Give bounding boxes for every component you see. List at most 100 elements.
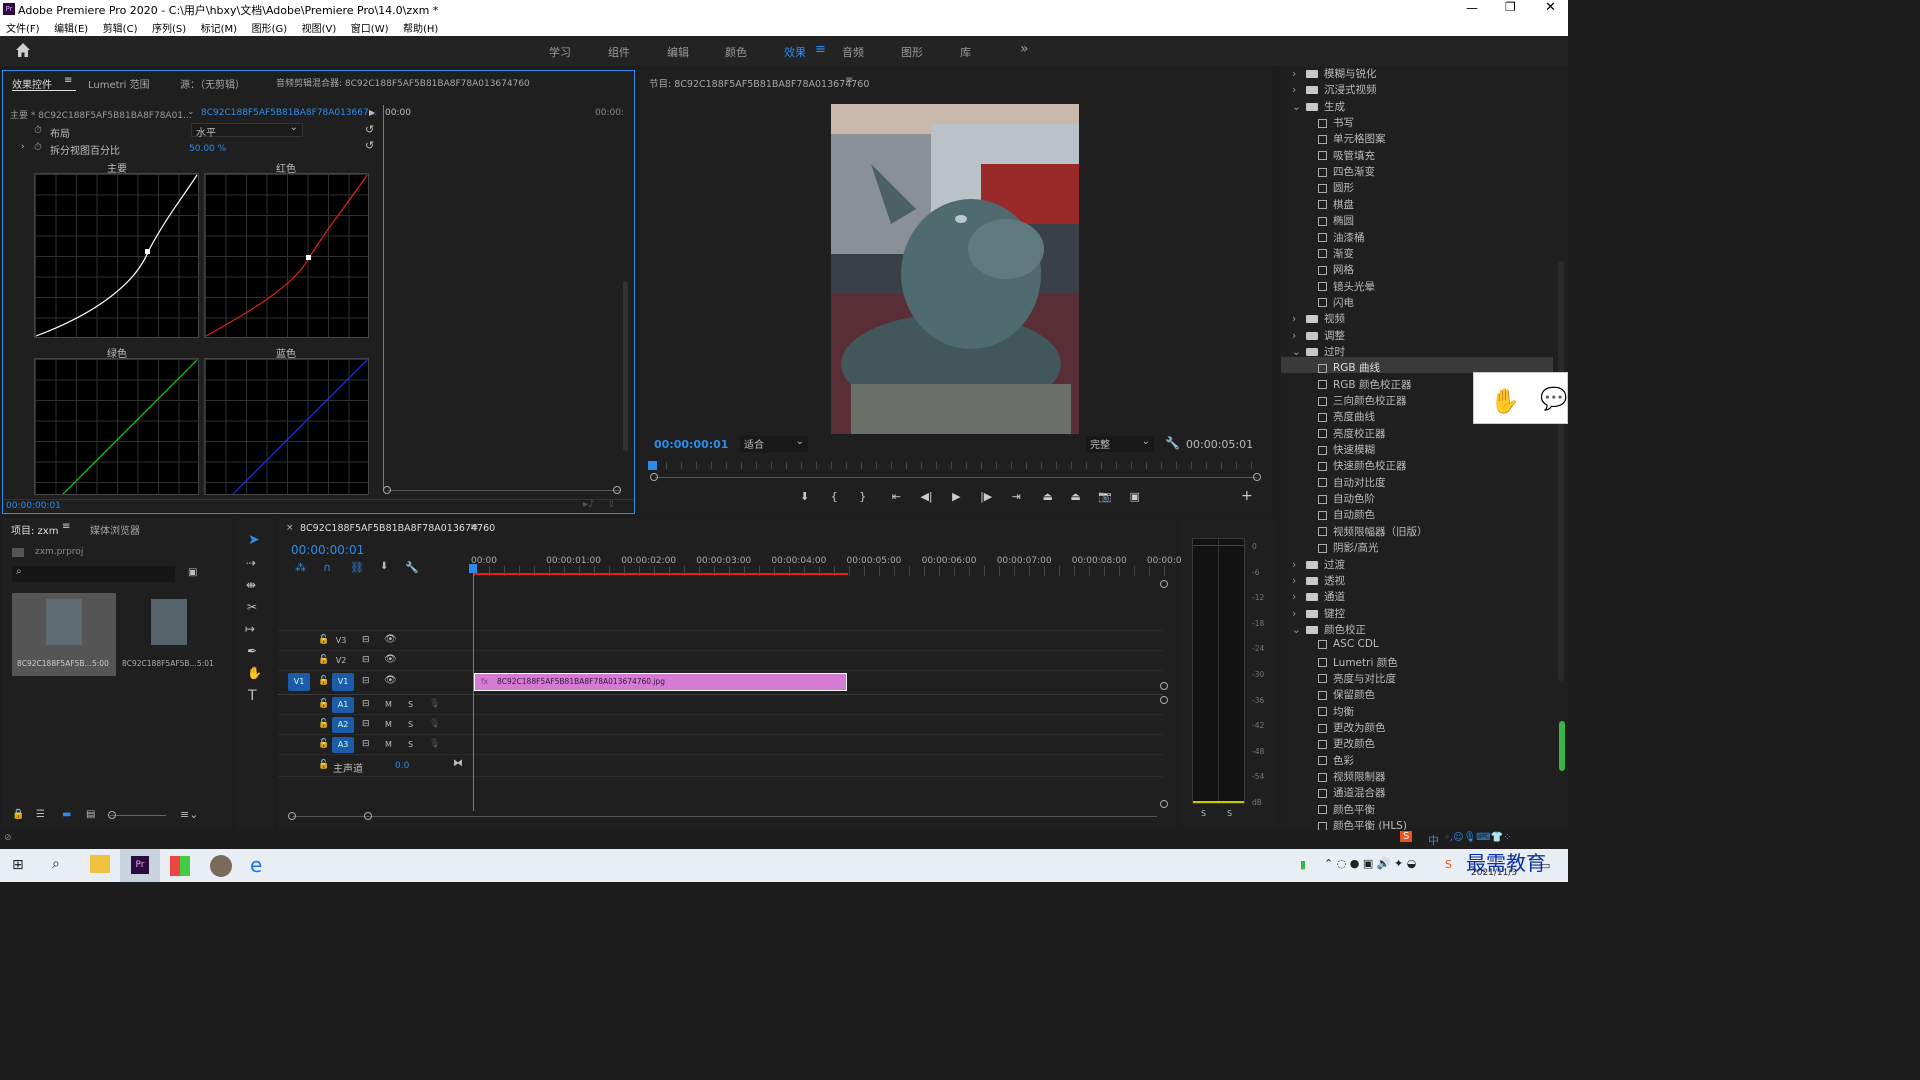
effect-item[interactable]: RGB 曲线 [1318, 360, 1380, 375]
mute-button[interactable]: M [385, 700, 392, 709]
effects-folder[interactable]: ⌄ 颜色校正 [1292, 622, 1366, 637]
effect-item[interactable]: 通道混合器 [1318, 785, 1386, 800]
chevron-right-icon[interactable]: › [1292, 559, 1306, 571]
windows-start-icon[interactable]: ⊞ [12, 857, 24, 873]
workspace-menu-icon[interactable]: ≡ [815, 42, 826, 57]
chevron-down-icon[interactable]: ⌄ [1292, 346, 1306, 358]
mark-out-icon[interactable]: } [859, 490, 866, 503]
program-ruler[interactable] [651, 462, 1261, 469]
lock-icon[interactable]: 🔓 [318, 760, 329, 770]
snap-icon[interactable]: ∩ [323, 561, 331, 574]
ec-zoom-handle-right[interactable] [613, 486, 621, 494]
ec-timecode[interactable]: 00:00:00:01 [6, 501, 61, 511]
effect-item[interactable]: 吸管填充 [1318, 148, 1375, 163]
add-marker-icon[interactable]: ⬇ [800, 490, 809, 503]
effect-item[interactable]: 自动色阶 [1318, 491, 1375, 506]
eye-icon[interactable]: 👁 [384, 675, 397, 686]
workspace-learn[interactable]: 学习 [549, 44, 571, 60]
mic-icon[interactable]: 🎙 [429, 699, 440, 709]
ec-zoom-handle-left[interactable] [383, 486, 391, 494]
menu-window[interactable]: 窗口(W) [351, 24, 389, 35]
tab-media-browser[interactable]: 媒体浏览器 [90, 522, 140, 537]
menu-help[interactable]: 帮助(H) [403, 24, 438, 35]
sogou-ime-icon[interactable]: S [1400, 831, 1413, 842]
track-v1[interactable]: V1 [332, 673, 354, 691]
solo-right-button[interactable]: S [1227, 809, 1232, 818]
effects-folder[interactable]: › 过渡 [1292, 557, 1345, 572]
avatar-app-icon[interactable] [210, 855, 232, 877]
lock-icon[interactable]: 🔓 [318, 719, 329, 729]
stopwatch-icon[interactable]: ⏱ [34, 125, 42, 136]
workspace-editing[interactable]: 编辑 [667, 44, 689, 60]
chevron-right-icon[interactable]: › [1292, 575, 1306, 587]
workspace-libraries[interactable]: 库 [960, 44, 971, 60]
workspace-graphics[interactable]: 图形 [901, 44, 923, 60]
effects-folder[interactable]: › 沉浸式视频 [1292, 82, 1377, 97]
menu-sequence[interactable]: 序列(S) [152, 24, 186, 35]
lift-icon[interactable]: ⏏ [1042, 490, 1052, 503]
track-a2[interactable]: A2 [332, 717, 354, 733]
effect-item[interactable]: 书写 [1318, 115, 1354, 130]
track-v3[interactable]: V3 [334, 634, 348, 648]
chevron-right-icon[interactable]: › [1292, 313, 1306, 325]
list-view-icon[interactable]: ☰ [36, 809, 45, 820]
slider-knob[interactable] [108, 811, 116, 819]
chevron-right-icon[interactable]: › [1292, 68, 1306, 80]
timeline-playhead[interactable] [473, 566, 474, 811]
effects-folder[interactable]: › 模糊与锐化 [1292, 66, 1377, 81]
project-menu-icon[interactable]: ≡ [62, 521, 70, 532]
extract-icon[interactable]: ⏏ [1070, 490, 1080, 503]
effect-item[interactable]: 四色渐变 [1318, 164, 1375, 179]
effect-item[interactable]: 自动颜色 [1318, 507, 1375, 522]
mark-in-icon[interactable]: { [831, 490, 838, 503]
export-icon[interactable]: ⇪ [607, 499, 615, 510]
sync-icon[interactable]: ⊟ [362, 676, 370, 686]
zoom-handle-right[interactable] [1253, 473, 1261, 481]
menu-view[interactable]: 视图(V) [302, 24, 337, 35]
thumbnail-size-slider[interactable] [110, 815, 166, 816]
a-scroll-handle[interactable] [1160, 696, 1168, 704]
lock-icon[interactable]: 🔓 [318, 635, 329, 645]
step-back-icon[interactable]: ◀| [920, 490, 932, 503]
master-end-icon[interactable]: ⧓ [453, 758, 463, 769]
eye-icon[interactable]: 👁 [384, 654, 397, 665]
go-to-in-icon[interactable]: ⇤ [892, 490, 901, 503]
layout-select[interactable]: 水平 ⌄ [191, 122, 303, 139]
stopwatch-icon[interactable]: ⏱ [34, 142, 42, 153]
notification-icon[interactable]: ▭ [1540, 859, 1550, 872]
slip-tool-icon[interactable]: ↦ [245, 622, 255, 636]
solo-button[interactable]: S [408, 740, 413, 749]
sequence-menu-icon[interactable]: ≡ [470, 522, 478, 533]
zoom-handle-left[interactable] [650, 473, 658, 481]
effect-item[interactable]: 更改为颜色 [1318, 720, 1386, 735]
chevron-down-icon[interactable]: ⌄ [1292, 624, 1306, 636]
track-v2[interactable]: V2 [334, 654, 348, 668]
effects-folder[interactable]: › 调整 [1292, 328, 1345, 343]
track-select-tool-icon[interactable]: ⇢ [246, 556, 256, 570]
tab-lumetri-scopes[interactable]: Lumetri 范围 [88, 76, 150, 91]
effect-item[interactable]: 视频限制器 [1318, 769, 1386, 784]
menu-clip[interactable]: 剪辑(C) [103, 24, 138, 35]
effect-item[interactable]: 均衡 [1318, 704, 1354, 719]
effect-item[interactable]: 棋盘 [1318, 197, 1354, 212]
workspace-audio[interactable]: 音频 [842, 44, 864, 60]
a-scroll-handle[interactable] [1160, 800, 1168, 808]
type-tool-icon[interactable]: T [248, 688, 257, 704]
effect-item[interactable]: 亮度校正器 [1318, 426, 1386, 441]
program-frame[interactable] [831, 104, 1079, 434]
mute-button[interactable]: M [385, 720, 392, 729]
app-grid-icon[interactable] [170, 856, 190, 876]
lock-icon[interactable]: 🔓 [318, 739, 329, 749]
add-button-icon[interactable]: + [1241, 488, 1253, 504]
mic-icon[interactable]: 🎙 [429, 719, 440, 729]
effect-item[interactable]: 闪电 [1318, 295, 1354, 310]
tab-source[interactable]: 源：（无剪辑） [180, 76, 245, 91]
settings-wrench-icon[interactable]: 🔧 [405, 561, 419, 574]
linked-selection-icon[interactable]: ⛓ [350, 561, 364, 574]
sync-icon[interactable]: ⊟ [362, 655, 370, 665]
solo-button[interactable]: S [408, 720, 413, 729]
razor-tool-icon[interactable]: ✂ [247, 600, 257, 614]
clip-label[interactable]: 8C92C188F5AF5B81BA8F78A013667... [201, 108, 377, 118]
program-playhead[interactable] [648, 461, 657, 470]
zoom-handle-right[interactable] [364, 812, 372, 820]
